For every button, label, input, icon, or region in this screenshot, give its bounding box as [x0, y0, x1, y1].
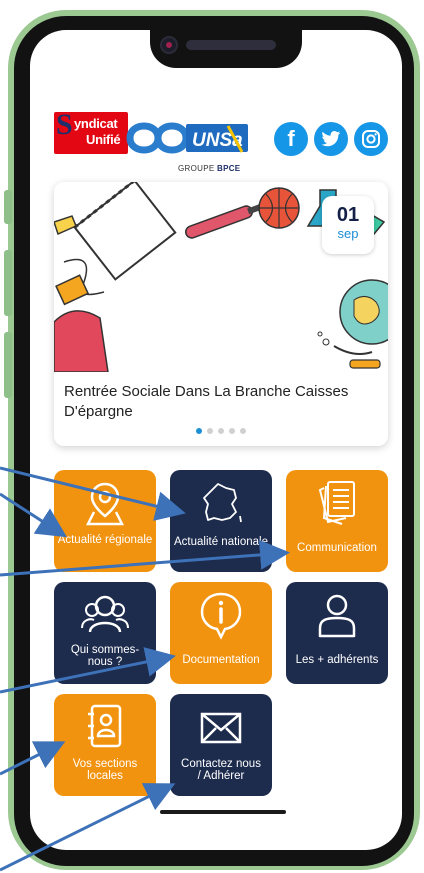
- carousel-dot[interactable]: [218, 428, 224, 434]
- tile-actualite-nationale[interactable]: Actualité nationale: [170, 470, 272, 572]
- home-indicator: [160, 810, 286, 814]
- featured-news-card[interactable]: 01 sep Rentrée Sociale Dans La Branche C…: [54, 182, 388, 446]
- tile-vos-sections-locales[interactable]: Vos sections locales: [54, 694, 156, 796]
- map-pin-icon: [85, 482, 125, 526]
- tile-label: Communication: [297, 542, 377, 554]
- date-day: 01: [336, 204, 360, 226]
- documents-stack-icon: [318, 481, 355, 525]
- tile-label: Documentation: [182, 654, 260, 666]
- tile-label: Actualité nationale: [174, 536, 268, 548]
- instagram-icon: [362, 130, 380, 148]
- logo-line-2: Unifié: [86, 132, 121, 147]
- carousel-dot[interactable]: [240, 428, 246, 434]
- screenshot-stage: S yndicat Unifié UNSa GROUPE BPCE f 01 s…: [0, 0, 424, 873]
- user-icon: [318, 594, 356, 638]
- instagram-button[interactable]: [354, 122, 388, 156]
- twitter-icon: [321, 131, 341, 147]
- tile-communication[interactable]: Communication: [286, 470, 388, 572]
- logo-letter: S: [56, 108, 73, 141]
- carousel-dot[interactable]: [207, 428, 213, 434]
- facebook-icon: f: [287, 126, 295, 151]
- twitter-button[interactable]: [314, 122, 348, 156]
- tile-label: Actualité régionale: [57, 534, 153, 546]
- tile-qui-sommes-nous[interactable]: Qui sommes-nous ?: [54, 582, 156, 684]
- carousel-pagination: [54, 428, 388, 434]
- tile-label: Les + adhérents: [295, 654, 379, 666]
- facebook-button[interactable]: f: [274, 122, 308, 156]
- tile-label: Qui sommes-nous ?: [70, 644, 140, 668]
- front-camera: [160, 36, 178, 54]
- address-book-icon: [88, 704, 122, 748]
- tile-label: Contactez nous / Adhérer: [181, 758, 261, 782]
- app-screen: S yndicat Unifié UNSa GROUPE BPCE f 01 s…: [30, 30, 402, 850]
- carousel-dot[interactable]: [196, 428, 202, 434]
- users-group-icon: [81, 595, 129, 633]
- earpiece-speaker: [186, 40, 276, 50]
- syndicat-unifie-unsa-logo: S yndicat Unifié UNSa GROUPE BPCE: [54, 108, 254, 178]
- tile-actualite-regionale[interactable]: Actualité régionale: [54, 470, 156, 572]
- france-map-icon: [203, 483, 242, 523]
- carousel-dot[interactable]: [229, 428, 235, 434]
- unsa-wordmark-graphic: UNSa: [126, 122, 248, 154]
- logo-line-1: yndicat: [74, 116, 118, 131]
- tile-contactez-nous[interactable]: Contactez nous / Adhérer: [170, 694, 272, 796]
- date-badge: 01 sep: [322, 196, 374, 254]
- date-month: sep: [337, 226, 359, 241]
- tile-label: Vos sections locales: [72, 758, 138, 782]
- logo-group-text: GROUPE BPCE: [178, 164, 241, 173]
- phone-volume-up-button: [4, 250, 12, 316]
- phone-side-button: [4, 190, 12, 224]
- envelope-icon: [200, 712, 242, 744]
- tile-les-adherents[interactable]: Les + adhérents: [286, 582, 388, 684]
- info-icon: [200, 592, 242, 640]
- phone-volume-down-button: [4, 332, 12, 398]
- tile-documentation[interactable]: Documentation: [170, 582, 272, 684]
- featured-news-title: Rentrée Sociale Dans La Branche Caisses …: [64, 383, 349, 420]
